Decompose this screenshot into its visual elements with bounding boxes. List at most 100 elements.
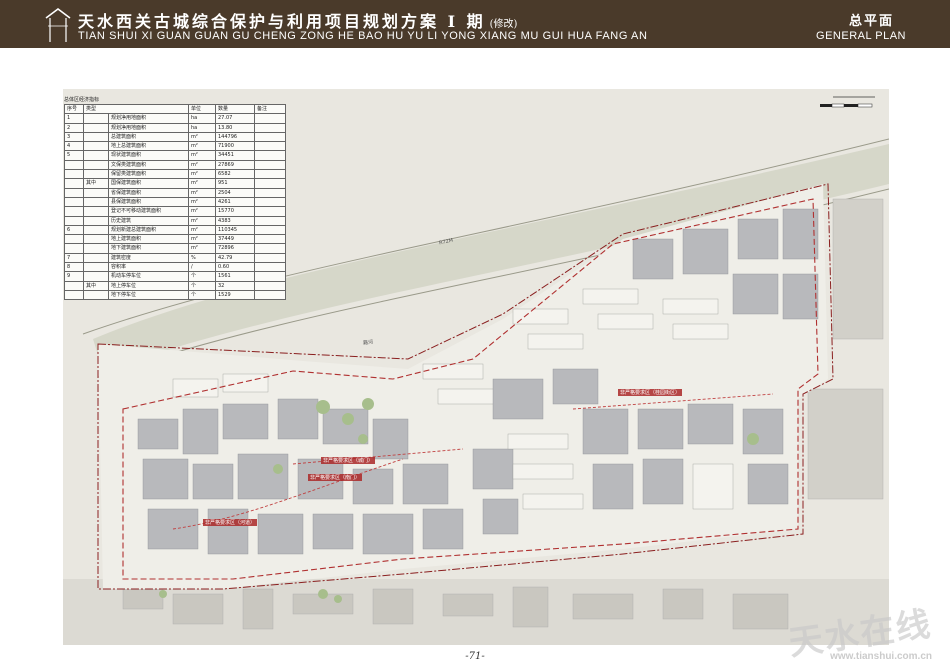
row-value-cell: 4383 — [215, 215, 255, 226]
row-number-cell: 7 — [64, 252, 84, 264]
row-value-cell: 34451 — [215, 150, 255, 161]
row-group-cell — [83, 224, 109, 236]
row-number-cell: 1 — [64, 113, 84, 124]
row-note-cell — [254, 234, 286, 245]
row-unit-cell: 个 — [188, 280, 216, 291]
row-type-cell: 地上停车位 — [108, 280, 189, 291]
row-number-cell: 6 — [64, 224, 84, 236]
row-group-cell — [83, 252, 109, 264]
row-note-cell — [254, 280, 286, 291]
row-value-cell: 15770 — [215, 206, 255, 217]
row-type-cell: 省保建筑面积 — [108, 187, 189, 198]
row-type-cell: 地下建筑面积 — [108, 243, 189, 254]
table-row: 1 规划净用地面积 ha 27.07 — [64, 113, 286, 124]
row-number-cell: 5 — [64, 150, 84, 161]
table-row: 4 地上总建筑面积 m² 71900 — [64, 141, 286, 152]
row-group-cell — [83, 141, 109, 152]
row-unit-cell: / — [188, 262, 216, 273]
row-value-cell: 144796 — [215, 131, 255, 143]
table-row: 其中 国保建筑面积 m² 951 — [64, 178, 286, 189]
row-note-cell — [254, 289, 286, 301]
table-row: 8 容积率/0.60 — [64, 262, 286, 273]
row-note-cell — [254, 131, 286, 143]
row-unit-cell: m² — [188, 206, 216, 217]
row-note-cell — [254, 141, 286, 152]
row-number-cell — [64, 206, 84, 217]
header-cell: 单位 — [188, 103, 216, 115]
watermark-url: www.tianshui.com.cn — [830, 651, 932, 662]
row-unit-cell: % — [188, 252, 216, 264]
table-row: 历史建筑 m² 4383 — [64, 215, 286, 226]
table-row: 2 规划净用地面积 ha 13.80 — [64, 122, 286, 133]
zone-label: 非严格要求区（城门） — [321, 457, 376, 464]
row-unit-cell: 个 — [188, 289, 216, 301]
row-type-cell: 地上建筑面积 — [108, 234, 189, 245]
table-caption: 总体区经济指标 — [64, 97, 100, 103]
row-type-cell: 现状建筑面积 — [108, 150, 189, 161]
table-row: 3 总建筑面积 m² 144796 — [64, 131, 286, 143]
row-type-cell: 保留类建筑面积 — [108, 169, 189, 180]
table-header-row: 序号 类型 单位 数量 备注 — [64, 103, 286, 115]
row-group-cell: 其中 — [83, 178, 109, 189]
row-unit-cell: m² — [188, 131, 216, 143]
row-group-cell — [83, 215, 109, 226]
plan-type-en: GENERAL PLAN — [816, 30, 906, 42]
table-row: 7 建筑密度% 42.79 — [64, 252, 286, 264]
row-group-cell — [83, 234, 109, 245]
row-number-cell: 3 — [64, 131, 84, 143]
row-unit-cell: ha — [188, 122, 216, 133]
row-note-cell — [254, 243, 286, 254]
row-note-cell — [254, 196, 286, 208]
row-group-cell — [83, 122, 109, 133]
row-group-cell — [83, 131, 109, 143]
row-unit-cell: m² — [188, 141, 216, 152]
row-number-cell: 4 — [64, 141, 84, 152]
row-number-cell: 2 — [64, 122, 84, 133]
row-group-cell — [83, 187, 109, 198]
row-unit-cell: m² — [188, 187, 216, 198]
row-type-cell: 县保建筑面积 — [108, 196, 189, 208]
row-note-cell — [254, 262, 286, 273]
row-number-cell — [64, 234, 84, 245]
row-note-cell — [254, 178, 286, 189]
project-title-cn: 天水西关古城综合保护与利用项目规划方案 I 期 (修改) — [78, 12, 518, 31]
title-bar: 天水西关古城综合保护与利用项目规划方案 I 期 (修改) TIAN SHUI XI… — [0, 0, 950, 48]
economic-indicators-table: 总体区经济指标 序号 类型 单位 数量 备注 1 规划净用地面积 ha 27.07 2 规… — [64, 96, 286, 301]
row-group-cell — [83, 271, 109, 282]
row-number-cell — [64, 215, 84, 226]
row-type-cell: 国保建筑面积 — [108, 178, 189, 189]
row-value-cell: 0.60 — [215, 262, 255, 273]
row-number-cell — [64, 187, 84, 198]
row-type-cell: 登记不可移动建筑面积 — [108, 206, 189, 217]
row-unit-cell: 个 — [188, 271, 216, 282]
table-row: 其中 地上停车位个 32 — [64, 280, 286, 291]
row-type-cell: 地上总建筑面积 — [108, 141, 189, 152]
river-label: 藉河 — [362, 339, 374, 347]
row-value-cell: 32 — [215, 280, 255, 291]
row-number-cell: 8 — [64, 262, 84, 273]
row-note-cell — [254, 271, 286, 282]
row-unit-cell: m² — [188, 169, 216, 180]
row-unit-cell: m² — [188, 224, 216, 236]
table-row: 5 现状建筑面积 m² 34451 — [64, 150, 286, 161]
row-note-cell — [254, 187, 286, 198]
row-number-cell: 9 — [64, 271, 84, 282]
row-note-cell — [254, 252, 286, 264]
row-number-cell — [64, 159, 84, 171]
row-note-cell — [254, 122, 286, 133]
table-row: 地上建筑面积 m² 37449 — [64, 234, 286, 245]
project-title-en: TIAN SHUI XI GUAN GUAN GU CHENG ZONG HE … — [78, 30, 648, 42]
table-row: 9 机动车停车位个 1561 — [64, 271, 286, 282]
table-row: 文保类建筑面积 m² 27869 — [64, 159, 286, 171]
row-value-cell: 72896 — [215, 243, 255, 254]
row-value-cell: 951 — [215, 178, 255, 189]
row-value-cell: 71900 — [215, 141, 255, 152]
table-row: 登记不可移动建筑面积 m² 15770 — [64, 206, 286, 217]
row-note-cell — [254, 215, 286, 226]
table-row: 地下停车位个 1529 — [64, 289, 286, 301]
row-number-cell — [64, 243, 84, 254]
header-cell: 数量 — [215, 103, 255, 115]
row-unit-cell: m² — [188, 196, 216, 208]
row-type-cell: 历史建筑 — [108, 215, 189, 226]
row-number-cell — [64, 196, 84, 208]
